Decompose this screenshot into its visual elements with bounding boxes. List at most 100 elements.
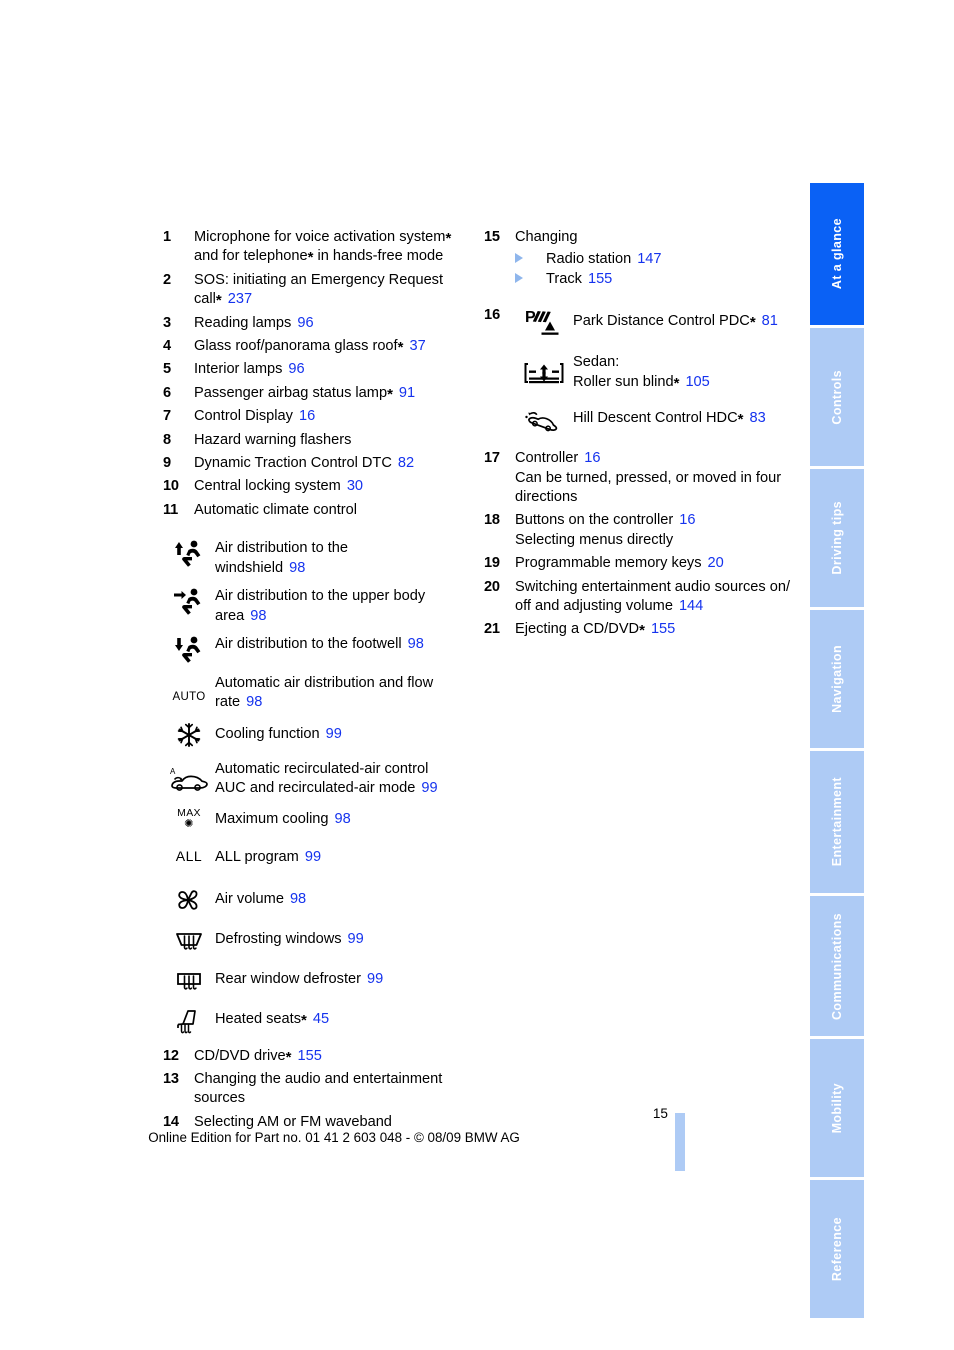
row-park-distance-control: P Park Distance Control PDC* 81 [515, 307, 794, 338]
tab-label: Controls [829, 369, 844, 425]
legend-number: 7 [163, 408, 172, 425]
legend-number: 13 [163, 1070, 179, 1087]
page-reference[interactable]: 81 [762, 313, 778, 329]
tab-controls[interactable]: Controls [810, 328, 864, 466]
page-reference[interactable]: 37 [409, 338, 425, 354]
manual-page: At a glance Controls Driving tips Naviga… [0, 0, 954, 1350]
tab-label: Entertainment [829, 777, 844, 867]
page-reference[interactable]: 99 [348, 931, 364, 947]
page-reference[interactable]: 98 [408, 636, 424, 652]
tab-reference[interactable]: Reference [810, 1180, 864, 1318]
page-reference[interactable]: 96 [297, 315, 313, 331]
legend-item-1: 1 Microphone for voice activation system… [163, 228, 473, 267]
air-distribution-windshield-icon [163, 538, 215, 569]
option-star: * [749, 314, 756, 332]
page-reference[interactable]: 45 [313, 1011, 329, 1027]
sub-item-label: Track [546, 271, 582, 288]
legend-number: 20 [484, 578, 500, 595]
park-distance-control-icon: P [515, 307, 573, 338]
climate-row-text: Cooling function 99 [215, 721, 342, 744]
climate-row-auto: AUTO Automatic air distribution and flow… [163, 673, 473, 713]
page-reference[interactable]: 30 [347, 478, 363, 494]
tab-entertainment[interactable]: Entertainment [810, 751, 864, 893]
page-reference[interactable]: 98 [246, 694, 262, 710]
page-reference[interactable]: 20 [708, 555, 724, 571]
legend-text: Microphone for voice activation system [194, 229, 446, 245]
text-line1: Air distribution to the footwell [215, 635, 402, 652]
tab-label: Mobility [829, 1082, 844, 1134]
legend-item-18: 18 Buttons on the controller 16 Selecting… [484, 511, 794, 550]
climate-row-text: Automatic recirculated-air control AUC a… [215, 759, 438, 799]
page-reference[interactable]: 96 [288, 361, 304, 377]
legend-text: Buttons on the controller [515, 512, 674, 529]
page-reference[interactable]: 155 [297, 1048, 321, 1064]
max-cooling-icon: MAX ✺ [163, 807, 215, 830]
page-reference[interactable]: 98 [250, 608, 266, 624]
tab-at-a-glance[interactable]: At a glance [810, 183, 864, 325]
tab-navigation[interactable]: Navigation [810, 610, 864, 748]
max-icon-label: MAX [177, 806, 201, 819]
tab-driving-tips[interactable]: Driving tips [810, 469, 864, 607]
legend-text: Changing [515, 229, 578, 245]
auto-icon-label: AUTO [172, 690, 206, 703]
climate-row-air-volume: Air volume 98 [163, 887, 473, 917]
legend-item-8: 8 Hazard warning flashers [163, 431, 473, 450]
legend-text: Interior lamps [194, 361, 283, 378]
page-reference[interactable]: 16 [299, 408, 315, 424]
text-line1: Maximum cooling [215, 810, 329, 827]
row-roller-sun-blind: Sedan: Roller sun blind* 105 [515, 352, 794, 392]
legend-number: 5 [163, 361, 172, 378]
legend-text: Programmable memory keys [515, 555, 702, 572]
option-star: * [445, 230, 452, 247]
legend-text: Dynamic Traction Control DTC [194, 455, 392, 472]
legend-number: 18 [484, 512, 500, 529]
text-line1: Air volume [215, 890, 284, 907]
climate-row-text: ALL program 99 [215, 847, 321, 867]
page-reference[interactable]: 16 [679, 512, 695, 528]
page-reference[interactable]: 83 [749, 410, 765, 426]
page-reference[interactable]: 147 [637, 251, 661, 267]
page-reference[interactable]: 91 [399, 385, 415, 401]
climate-row-all-program: ALL ALL program 99 [163, 847, 473, 877]
tab-communications[interactable]: Communications [810, 896, 864, 1036]
text-line1: Defrosting windows [215, 930, 342, 947]
legend-number: 17 [484, 450, 500, 467]
triangle-bullet-icon [515, 253, 523, 264]
page-reference[interactable]: 82 [398, 455, 414, 471]
page-reference[interactable]: 98 [289, 560, 305, 576]
legend-text: Switching entertainment audio sources on… [515, 578, 791, 595]
page-reference[interactable]: 99 [326, 726, 342, 742]
legend-text: Automatic climate control [194, 501, 358, 518]
page-reference[interactable]: 98 [335, 811, 351, 827]
page-reference[interactable]: 99 [421, 780, 437, 796]
page-reference[interactable]: 155 [588, 271, 612, 287]
page-reference[interactable]: 98 [290, 891, 306, 907]
text-line2: area [215, 607, 245, 624]
tab-mobility[interactable]: Mobility [810, 1039, 864, 1177]
legend-text: Reading lamps [194, 314, 292, 331]
page-reference[interactable]: 16 [584, 450, 600, 466]
tab-label: At a glance [829, 218, 844, 290]
page-reference[interactable]: 105 [685, 374, 709, 390]
option-star: * [737, 411, 744, 429]
legend-item-16: 16 P Park Distance Control PDC* 81 Sedan… [484, 307, 794, 435]
right-content-column: 15 Changing Radio station 147 Track 155 16… [484, 228, 794, 644]
climate-row-text: Automatic air distribution and flow rate… [215, 673, 433, 713]
page-reference[interactable]: 155 [651, 621, 675, 637]
page-reference[interactable]: 99 [367, 971, 383, 987]
climate-row-footwell: Air distribution to the footwell 98 [163, 634, 473, 665]
legend-item-6: 6 Passenger airbag status lamp* 91 [163, 384, 473, 403]
legend-text-line3: in hands-free mode [313, 248, 444, 265]
fan-air-volume-icon [163, 887, 215, 914]
group16-rows: P Park Distance Control PDC* 81 Sedan: R… [484, 307, 794, 435]
page-reference[interactable]: 99 [305, 849, 321, 865]
legend-text-line3: directions [515, 489, 578, 506]
page-reference[interactable]: 237 [228, 291, 252, 307]
triangle-bullet-icon [515, 273, 523, 284]
row-text: Hill Descent Control HDC* 83 [573, 406, 766, 428]
option-star: * [285, 1048, 292, 1066]
legend-number: 16 [484, 307, 501, 324]
legend-text: Ejecting a CD/DVD [515, 621, 640, 638]
page-reference[interactable]: 144 [679, 598, 703, 614]
footer-edition-text: Online Edition for Part no. 01 41 2 603 … [148, 1130, 520, 1145]
